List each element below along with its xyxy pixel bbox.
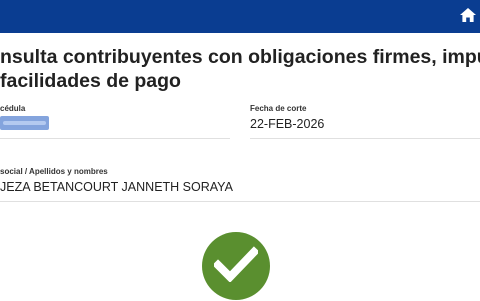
fecha-corte-value: 22-FEB-2026	[250, 117, 325, 131]
fecha-corte-label: Fecha de corte	[250, 104, 307, 113]
cedula-underline	[0, 138, 230, 139]
razon-social-label: social / Apellidos y nombres	[0, 167, 108, 176]
success-indicator	[202, 232, 270, 300]
razon-social-underline	[0, 201, 480, 202]
home-button[interactable]	[456, 6, 480, 28]
razon-social-value: JEZA BETANCOURT JANNETH SORAYA	[0, 180, 233, 194]
fecha-corte-underline	[250, 138, 480, 139]
page-title-line-2: facilidades de pago	[0, 70, 181, 92]
home-icon	[460, 7, 476, 27]
top-navigation-bar	[0, 0, 480, 33]
cedula-label: cédula	[0, 104, 26, 113]
page-title-line-1: nsulta contribuyentes con obligaciones f…	[0, 46, 480, 68]
check-circle-icon	[212, 245, 260, 287]
cedula-value-redacted	[0, 116, 49, 130]
page-title: nsulta contribuyentes con obligaciones f…	[0, 45, 480, 93]
